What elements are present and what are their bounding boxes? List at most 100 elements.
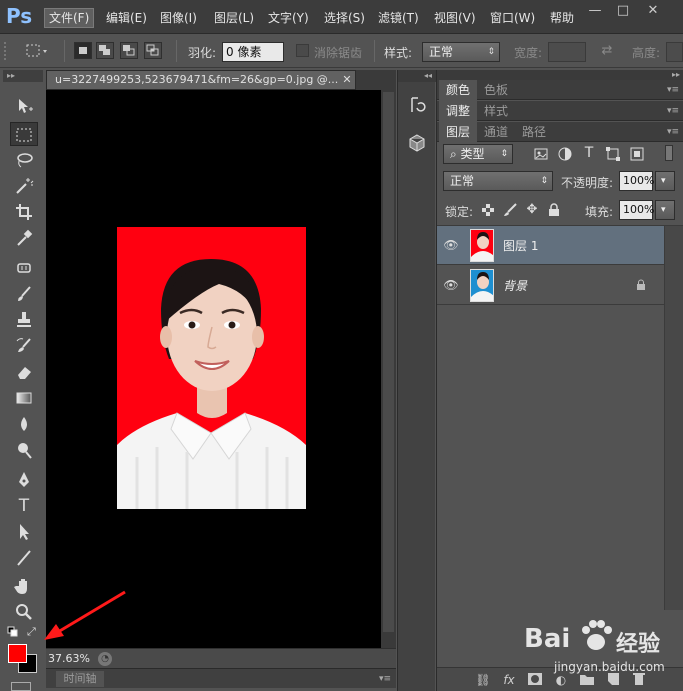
lock-position-icon[interactable]: ✥ xyxy=(525,203,539,217)
close-window-button[interactable]: ✕ xyxy=(640,1,666,21)
feather-input[interactable]: 0 像素 xyxy=(222,42,284,62)
link-layers-icon[interactable]: ⛓ xyxy=(473,672,493,688)
eraser-tool-icon[interactable] xyxy=(10,360,38,384)
tab-layers[interactable]: 图层 xyxy=(439,122,478,142)
lasso-tool-icon[interactable] xyxy=(10,148,38,172)
vertical-scrollbar[interactable] xyxy=(381,90,396,648)
toolbox-collapse-icon[interactable]: ▸▸ xyxy=(3,70,43,82)
minimize-button[interactable]: — xyxy=(582,1,608,21)
opacity-dropdown-icon[interactable]: ▾ xyxy=(655,171,675,191)
history-brush-tool-icon[interactable] xyxy=(10,334,38,358)
move-tool-icon[interactable] xyxy=(10,94,38,118)
panel-menu-icon[interactable]: ▾≡ xyxy=(666,125,680,139)
clone-stamp-tool-icon[interactable] xyxy=(10,308,38,332)
close-document-icon[interactable]: ✕ xyxy=(340,73,354,87)
crop-tool-icon[interactable] xyxy=(10,200,38,224)
doc-info-icon[interactable]: ◔ xyxy=(98,652,112,666)
panel-menu-icon[interactable]: ▾≡ xyxy=(666,83,680,97)
pen-tool-icon[interactable] xyxy=(10,468,38,492)
eye-icon[interactable]: 👁 xyxy=(443,238,459,252)
width-input[interactable] xyxy=(548,42,586,62)
eyedropper-tool-icon[interactable] xyxy=(10,226,38,250)
tab-paths[interactable]: 路径 xyxy=(515,122,553,142)
layer-name[interactable]: 背景 xyxy=(503,277,527,294)
maximize-button[interactable]: □ xyxy=(610,1,636,21)
quick-mask-icon[interactable] xyxy=(11,682,31,691)
menu-filter[interactable]: 滤镜(T) xyxy=(374,8,423,28)
photoshop-logo: Ps xyxy=(6,4,33,28)
foreground-color-swatch[interactable] xyxy=(8,644,27,663)
spot-healing-tool-icon[interactable] xyxy=(10,256,38,280)
fill-input[interactable]: 100% xyxy=(619,200,654,220)
antialias-checkbox[interactable] xyxy=(296,44,309,57)
blur-tool-icon[interactable] xyxy=(10,412,38,436)
menu-view[interactable]: 视图(V) xyxy=(430,8,480,28)
filter-pixel-icon[interactable] xyxy=(533,146,549,162)
rectangular-marquee-tool-icon[interactable] xyxy=(10,122,38,146)
lock-pixels-brush-icon[interactable] xyxy=(503,203,517,217)
layer-filter-select[interactable]: ⌕ 类型 ⇕ xyxy=(443,144,513,164)
dock-collapse-icon[interactable]: ◂◂ xyxy=(398,70,436,82)
tab-adjustments[interactable]: 调整 xyxy=(439,101,478,121)
separator xyxy=(176,40,177,62)
lock-all-icon[interactable] xyxy=(547,203,561,217)
menu-layer[interactable]: 图层(L) xyxy=(210,8,258,28)
panel-menu-icon[interactable]: ▾≡ xyxy=(666,104,680,118)
filter-shape-icon[interactable] xyxy=(605,146,621,162)
tab-channels[interactable]: 通道 xyxy=(477,122,515,142)
subtract-selection-button[interactable] xyxy=(120,42,138,59)
fx-icon[interactable]: fx xyxy=(499,672,519,688)
menu-select[interactable]: 选择(S) xyxy=(320,8,369,28)
type-tool-icon[interactable]: T xyxy=(10,494,38,518)
menu-file[interactable]: 文件(F) xyxy=(44,8,95,28)
style-select[interactable]: 正常 ⇕ xyxy=(422,42,500,62)
line-tool-icon[interactable] xyxy=(10,546,38,570)
scrollbar-thumb[interactable] xyxy=(383,92,394,632)
menu-help[interactable]: 帮助 xyxy=(546,8,578,28)
filter-smart-object-icon[interactable] xyxy=(629,146,645,162)
watermark-brand-cn: 经验 xyxy=(616,632,661,657)
dodge-tool-icon[interactable] xyxy=(10,438,38,462)
layer-name[interactable]: 图层 1 xyxy=(503,237,538,254)
3d-panel-icon[interactable] xyxy=(406,132,428,154)
eye-icon[interactable]: 👁 xyxy=(443,278,459,292)
blend-mode-select[interactable]: 正常 ⇕ xyxy=(443,171,553,191)
layer-row-layer1[interactable]: 👁 图层 1 xyxy=(437,226,664,265)
zoom-level[interactable]: 37.63% xyxy=(46,651,92,666)
menu-window[interactable]: 窗口(W) xyxy=(486,8,539,28)
tab-styles[interactable]: 样式 xyxy=(477,101,515,121)
updown-arrows-icon: ⇕ xyxy=(487,47,495,57)
menu-type[interactable]: 文字(Y) xyxy=(264,8,313,28)
tab-swatches[interactable]: 色板 xyxy=(477,80,515,100)
menu-edit[interactable]: 编辑(E) xyxy=(102,8,151,28)
new-selection-button[interactable] xyxy=(74,42,92,59)
path-selection-tool-icon[interactable] xyxy=(10,520,38,544)
filter-type-icon[interactable]: T xyxy=(581,145,597,161)
baidu-watermark: Bai 经验 jingyan.baidu.com xyxy=(520,610,680,685)
grip-handle[interactable] xyxy=(4,42,12,60)
timeline-menu-icon[interactable]: ▾≡ xyxy=(378,672,392,686)
layers-scrollbar[interactable] xyxy=(664,226,683,610)
timeline-tab[interactable]: 时间轴 xyxy=(56,671,104,687)
lock-transparent-icon[interactable] xyxy=(481,203,495,217)
fill-dropdown-icon[interactable]: ▾ xyxy=(655,200,675,220)
layer-row-background[interactable]: 👁 背景 xyxy=(437,266,664,305)
gradient-tool-icon[interactable] xyxy=(10,386,38,410)
tab-color[interactable]: 颜色 xyxy=(439,80,478,100)
height-input[interactable] xyxy=(666,42,683,62)
intersect-selection-button[interactable] xyxy=(144,42,162,59)
panel-collapse-icon[interactable]: ▸▸ xyxy=(672,70,680,79)
history-panel-icon[interactable] xyxy=(406,94,428,116)
default-colors-icon[interactable] xyxy=(7,626,19,638)
style-select-value: 正常 xyxy=(429,45,454,59)
document-tab[interactable]: u=3227499253,523679471&fm=26&gp=0.jpg @.… xyxy=(46,70,356,90)
opacity-input[interactable]: 100% xyxy=(619,171,654,191)
swap-dimensions-icon[interactable]: ⇄ xyxy=(598,44,616,58)
filter-adjustment-icon[interactable] xyxy=(557,146,573,162)
filter-toggle-switch[interactable] xyxy=(665,145,673,161)
marquee-preset-icon[interactable] xyxy=(24,42,50,60)
menu-image[interactable]: 图像(I) xyxy=(156,8,201,28)
magic-wand-tool-icon[interactable] xyxy=(10,174,38,198)
brush-tool-icon[interactable] xyxy=(10,282,38,306)
add-selection-button[interactable] xyxy=(96,42,114,59)
